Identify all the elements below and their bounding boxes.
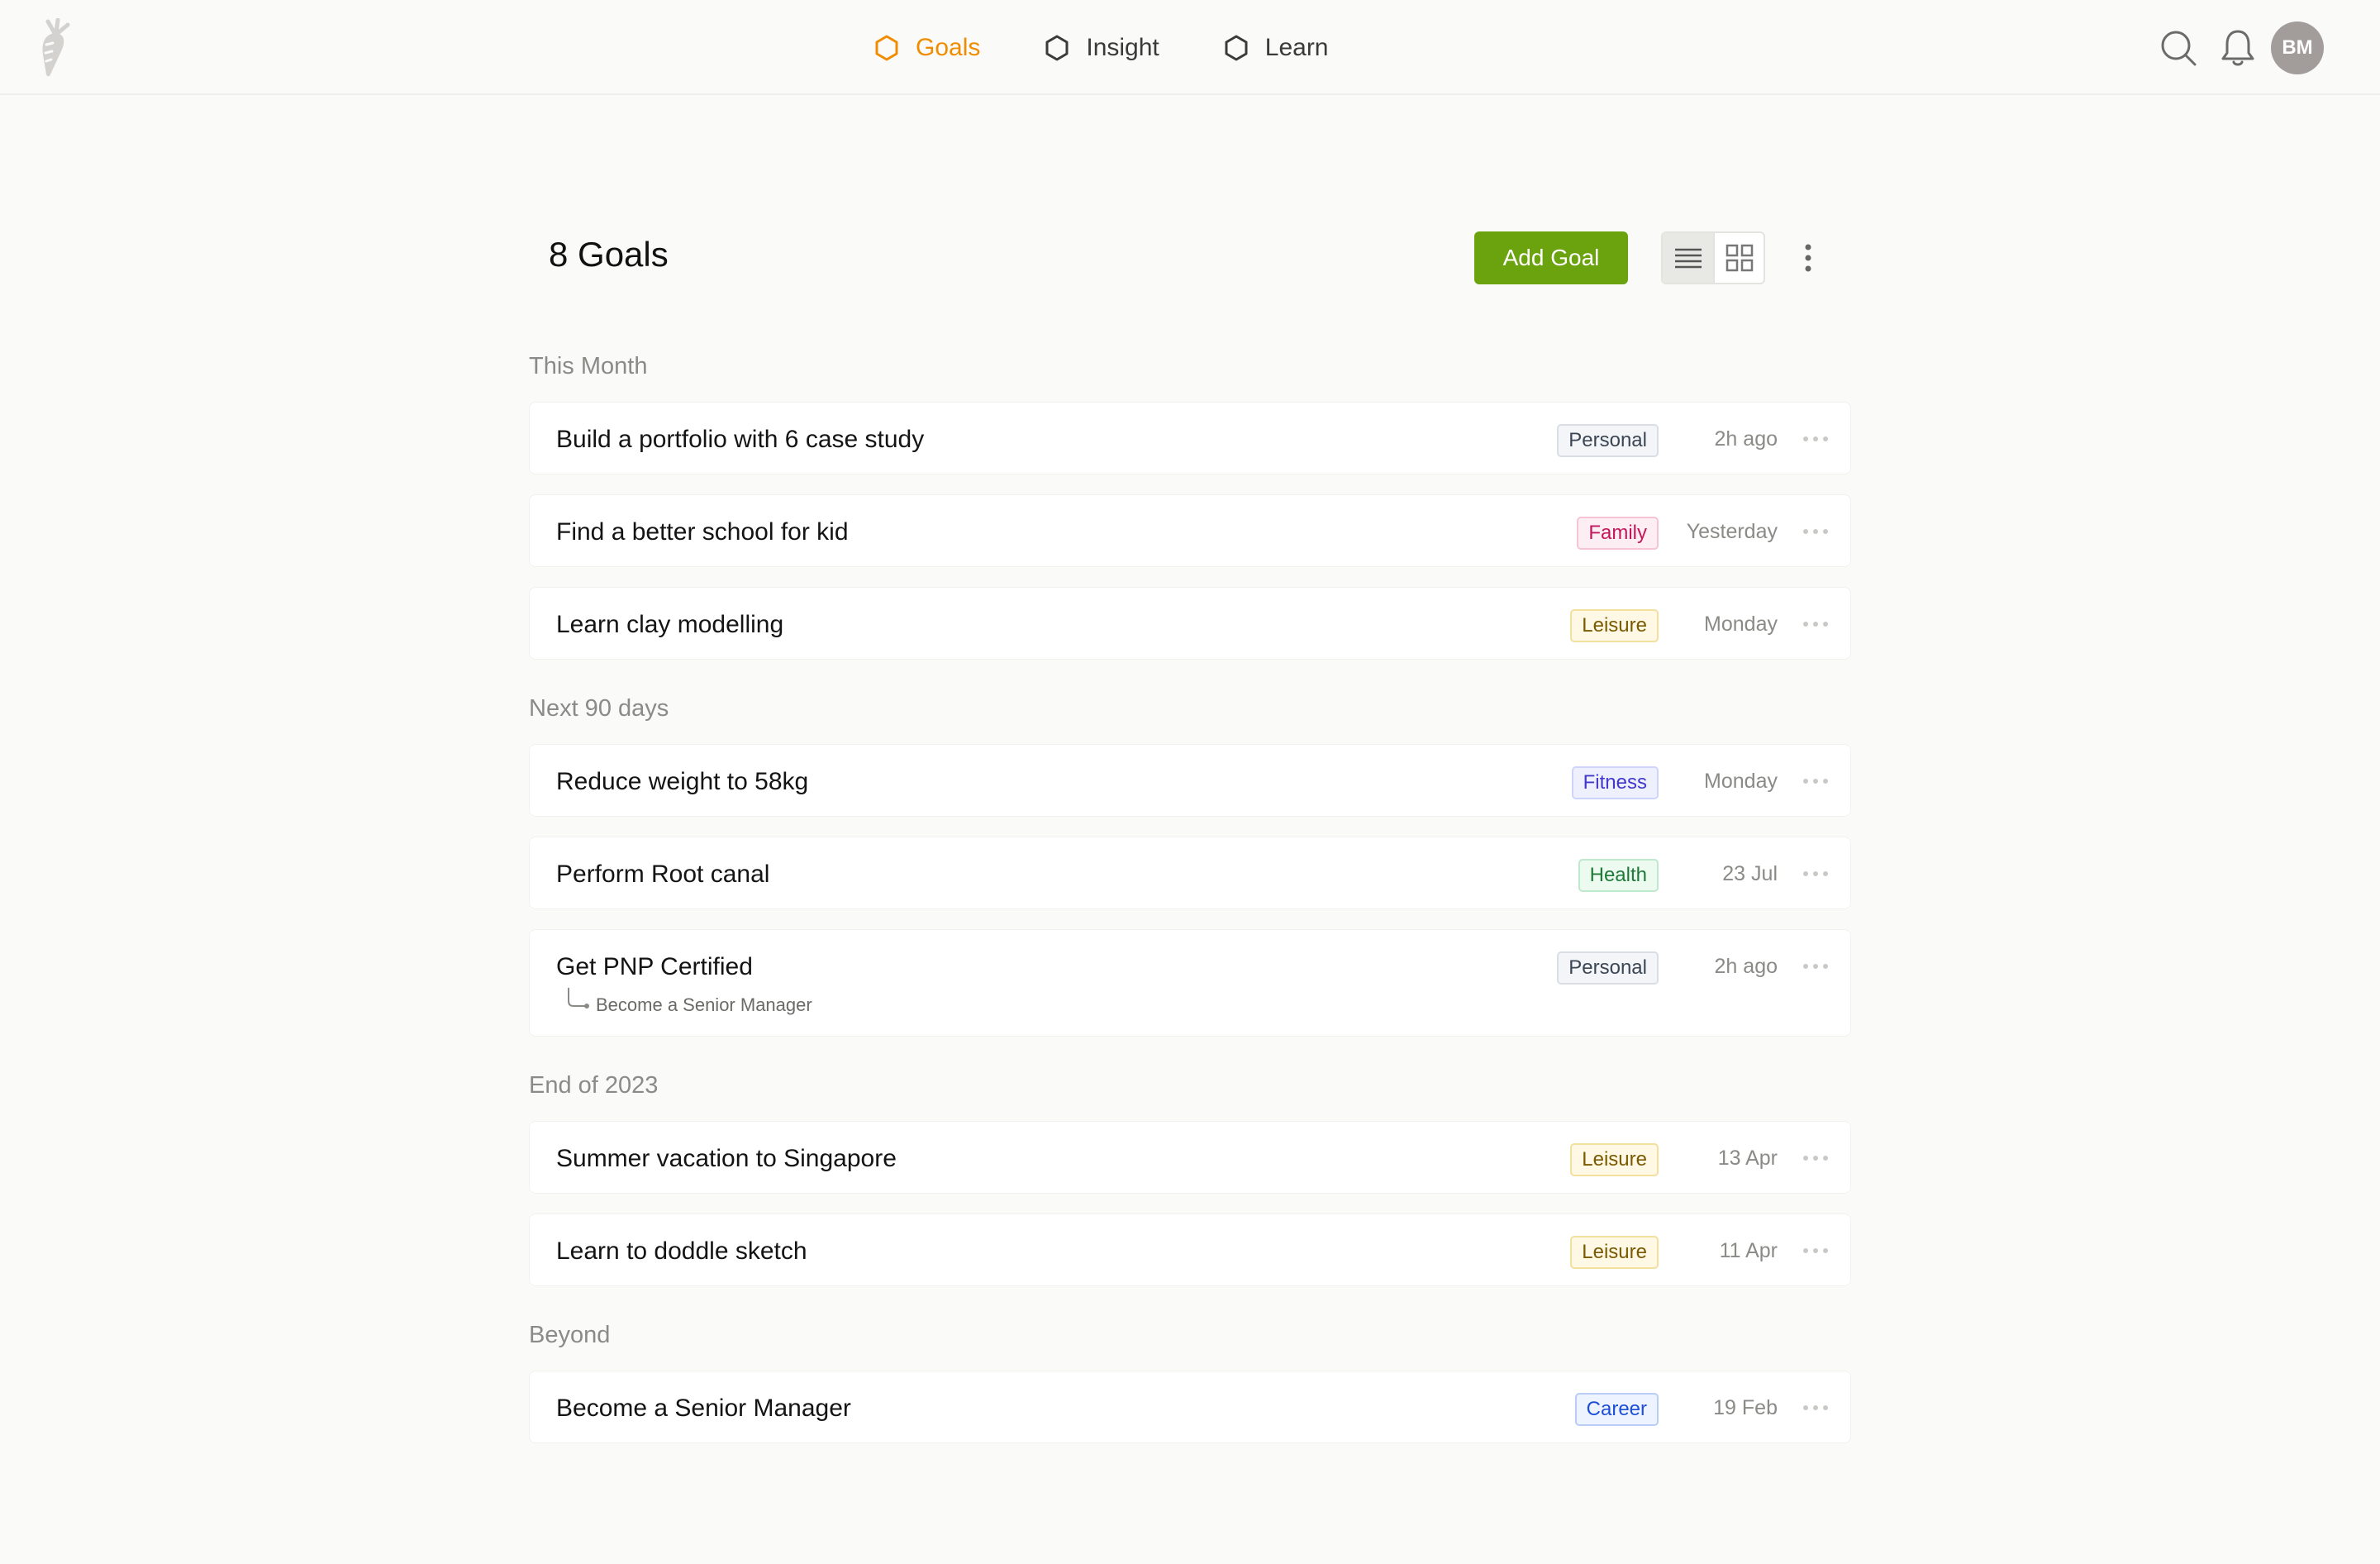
section-end-of-2023: End of 2023 Summer vacation to Singapore… [529,1071,1851,1286]
goal-title: Reduce weight to 58kg [556,768,809,795]
nav-goals-label: Goals [916,34,981,61]
grid-view-icon[interactable] [1713,233,1764,283]
goal-title: Find a better school for kid [556,518,849,546]
goal-time: Yesterday [1686,520,1778,543]
goal-title: Learn to doddle sketch [556,1237,807,1265]
goal-tag: Career [1574,1393,1659,1426]
goal-tag: Family [1577,517,1659,550]
section-title: Next 90 days [529,695,669,722]
section-title: This Month [529,353,648,379]
section-next-90-days: Next 90 days Reduce weight to 58kg Fitne… [529,694,1851,1037]
nav-learn-label: Learn [1264,34,1329,61]
nav-insight[interactable]: Insight [1045,34,1159,62]
goal-title: Become a Senior Manager [556,1395,851,1422]
goal-card[interactable]: Learn clay modelling Leisure Monday [529,587,1851,660]
hexagon-icon [1045,35,1069,61]
goal-tag: Health [1578,859,1659,892]
more-horizontal-icon[interactable] [1797,1393,1834,1423]
goal-time: 2h ago [1714,955,1778,978]
nav-insight-label: Insight [1086,34,1159,61]
page-title: 8 Goals [549,235,669,274]
goal-time: 23 Jul [1722,862,1778,885]
goal-time: 19 Feb [1713,1396,1778,1419]
more-horizontal-icon[interactable] [1797,609,1834,639]
hexagon-icon [1225,35,1248,61]
carrot-logo-icon[interactable] [36,17,74,78]
section-this-month: This Month Build a portfolio with 6 case… [529,352,1851,660]
goals-header: 8 Goals Add Goal [529,223,1851,293]
goal-card[interactable]: Become a Senior Manager Career 19 Feb [529,1371,1851,1443]
nav-goals[interactable]: Goals [874,34,980,62]
goal-time: 13 Apr [1717,1147,1778,1170]
main-nav: Goals Insight Learn [874,25,1393,71]
parent-goal-label: Become a Senior Manager [596,994,812,1015]
parent-goal-link[interactable]: Become a Senior Manager [566,986,812,1016]
goal-time: Monday [1704,770,1778,793]
goal-time: 2h ago [1714,427,1778,451]
search-icon[interactable] [2157,26,2200,69]
goals-content: 8 Goals Add Goal This Month Build a port… [529,223,1851,1463]
goal-title: Get PNP Certified [556,953,753,980]
top-bar: Goals Insight Learn BM [0,0,2380,95]
goal-title: Learn clay modelling [556,611,784,638]
avatar[interactable]: BM [2271,21,2324,74]
goal-title: Build a portfolio with 6 case study [556,426,925,453]
more-horizontal-icon[interactable] [1797,517,1834,546]
more-horizontal-icon[interactable] [1797,859,1834,889]
sub-goal-arrow-icon [568,988,589,1008]
section-beyond: Beyond Become a Senior Manager Career 19… [529,1321,1851,1443]
goal-title: Summer vacation to Singapore [556,1145,897,1172]
view-toggle [1661,231,1765,284]
goal-time: Monday [1704,613,1778,636]
more-horizontal-icon[interactable] [1797,1143,1834,1173]
goal-card[interactable]: Perform Root canal Health 23 Jul [529,837,1851,909]
goal-tag: Fitness [1571,766,1659,799]
top-actions: BM [2132,21,2380,74]
hexagon-icon [875,35,898,61]
more-horizontal-icon[interactable] [1797,1236,1834,1266]
goal-card[interactable]: Get PNP Certified Become a Senior Manage… [529,929,1851,1037]
goal-card[interactable]: Summer vacation to Singapore Leisure 13 … [529,1121,1851,1194]
add-goal-button[interactable]: Add Goal [1474,231,1628,284]
goal-card[interactable]: Learn to doddle sketch Leisure 11 Apr [529,1214,1851,1286]
more-horizontal-icon[interactable] [1797,424,1834,454]
more-horizontal-icon[interactable] [1797,766,1834,796]
goal-tag: Leisure [1570,1143,1659,1176]
goal-card[interactable]: Find a better school for kid Family Yest… [529,494,1851,567]
more-options-icon[interactable] [1792,235,1825,281]
goal-title: Perform Root canal [556,861,770,888]
goal-card[interactable]: Reduce weight to 58kg Fitness Monday [529,744,1851,817]
goal-tag: Leisure [1570,609,1659,642]
goal-tag: Personal [1557,424,1659,457]
nav-learn[interactable]: Learn [1224,34,1329,62]
goal-card[interactable]: Build a portfolio with 6 case study Pers… [529,402,1851,474]
goal-tag: Leisure [1570,1236,1659,1269]
goal-tag: Personal [1557,951,1659,985]
list-view-icon[interactable] [1663,233,1713,283]
more-horizontal-icon[interactable] [1797,951,1834,981]
goal-time: 11 Apr [1719,1239,1778,1262]
section-title: End of 2023 [529,1072,659,1099]
bell-icon[interactable] [2216,26,2259,69]
section-title: Beyond [529,1322,611,1348]
